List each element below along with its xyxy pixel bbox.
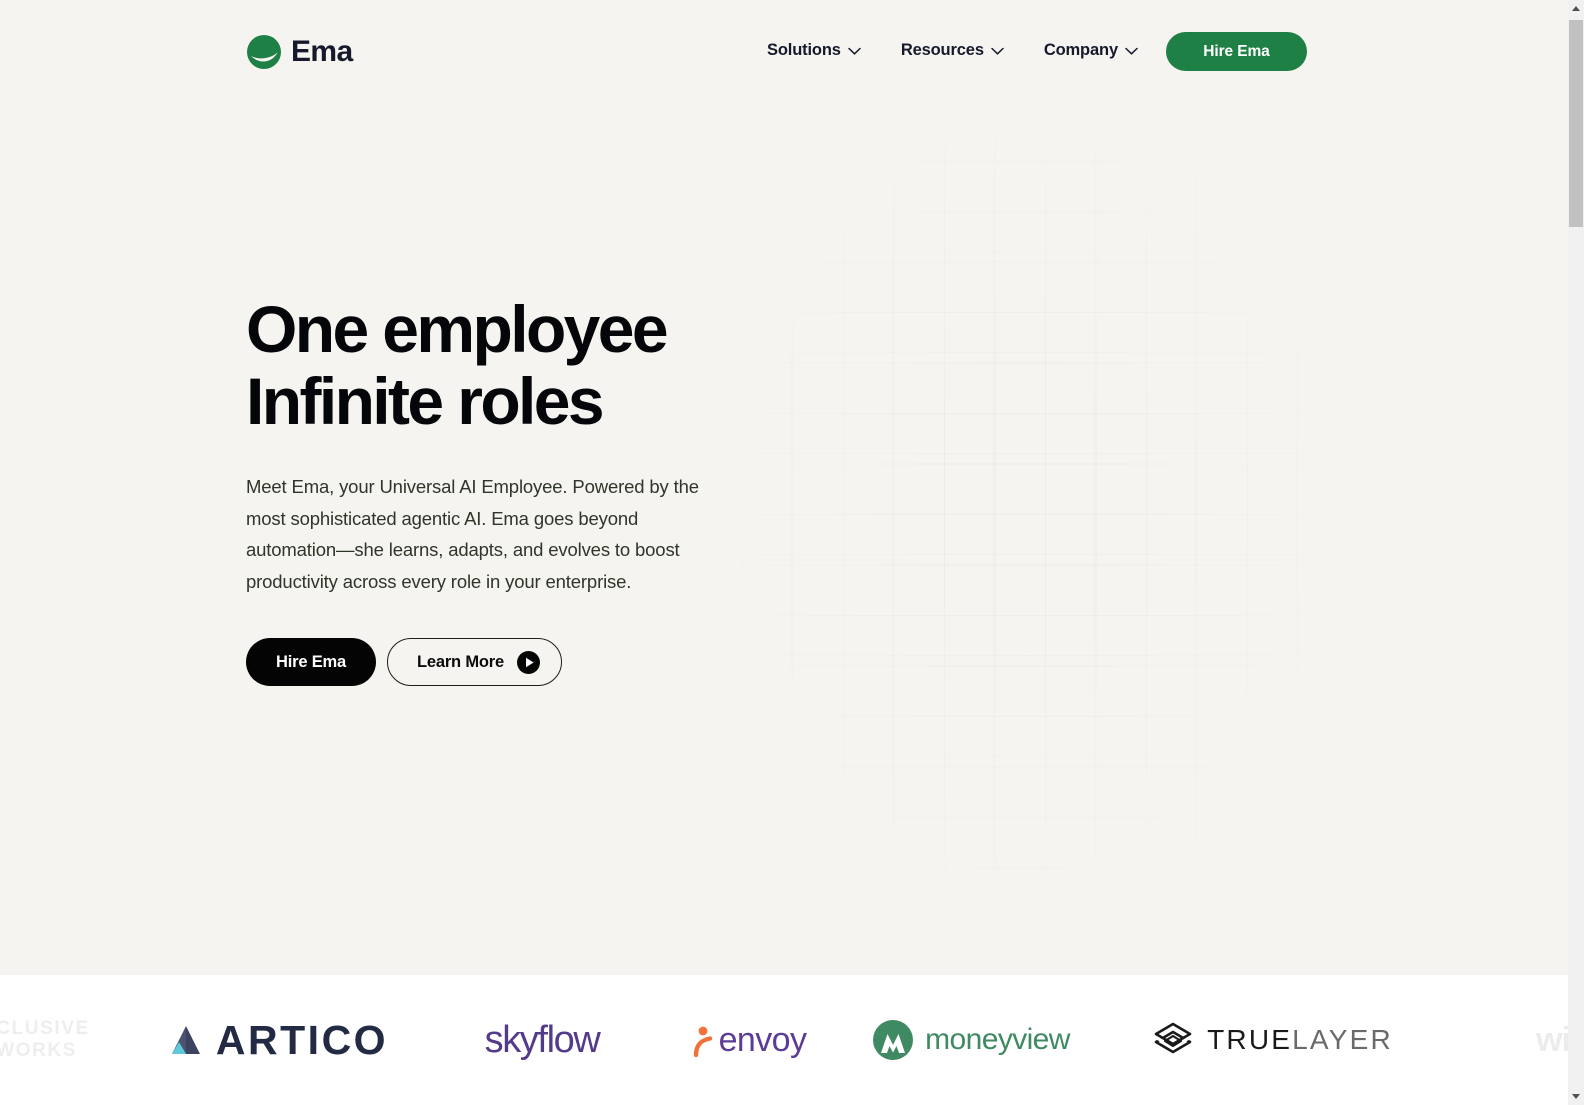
brand-name: Ema: [291, 35, 353, 68]
nav-item-label: Solutions: [767, 41, 841, 59]
site-header: Ema Solutions Resources Company Hire Ema: [0, 0, 1568, 104]
scrollbar-thumb[interactable]: [1569, 20, 1583, 227]
logo-item-xclusive-networks[interactable]: CLUSIVE WORKS: [0, 975, 128, 1105]
hero-grid-pattern: [742, 110, 1302, 930]
browser-scrollbar[interactable]: [1568, 0, 1584, 1105]
logo-item-moneyview[interactable]: moneyview: [873, 975, 1070, 1105]
page-title: One employee Infinite roles: [246, 296, 806, 434]
logo-item-artico[interactable]: ARTICO: [168, 975, 386, 1105]
logo-item-skyflow[interactable]: skyflow: [462, 975, 622, 1105]
chevron-down-icon: [1125, 48, 1138, 56]
wi-wordmark: wi: [1536, 1021, 1568, 1059]
artico-triangle-icon: [171, 1026, 200, 1054]
nav-item-resources[interactable]: Resources: [899, 36, 1006, 65]
logo-item-envoy[interactable]: envoy: [682, 975, 814, 1105]
truelayer-wordmark: TRUELAYER: [1207, 1026, 1393, 1054]
logo-item-wi-partial[interactable]: wi: [1498, 975, 1568, 1105]
moneyview-circle-m-icon: [873, 1020, 914, 1060]
hero-learn-more-button[interactable]: Learn More: [387, 638, 562, 687]
xclusive-wordmark: CLUSIVE WORKS: [0, 1018, 90, 1062]
customer-logos-band: CLUSIVE WORKS ARTICO skyflow envoy money…: [0, 975, 1568, 1105]
logos-marquee-track: CLUSIVE WORKS ARTICO skyflow envoy money…: [0, 975, 1568, 1105]
ema-leaf-circle-icon: [247, 35, 281, 69]
nav-item-solutions[interactable]: Solutions: [765, 36, 863, 65]
envoy-figure-icon: [693, 1026, 712, 1057]
hero-hire-ema-button[interactable]: Hire Ema: [246, 638, 376, 687]
xclusive-line-1: CLUSIVE: [0, 1018, 90, 1039]
nav-item-label: Resources: [900, 41, 984, 59]
truelayer-light-part: LAYER: [1292, 1024, 1393, 1055]
learn-more-label: Learn More: [417, 652, 504, 671]
envoy-wordmark: envoy: [718, 1021, 807, 1059]
headline-line-1: One employee: [246, 292, 669, 366]
scroll-up-arrow-icon[interactable]: [1568, 0, 1584, 17]
page-root: Ema Solutions Resources Company Hire Ema…: [0, 0, 1568, 1105]
hero-cta-row: Hire Ema Learn More: [246, 638, 806, 687]
nav-item-label: Company: [1043, 41, 1118, 59]
hero-content: One employee Infinite roles Meet Ema, yo…: [246, 296, 806, 687]
nav-item-company[interactable]: Company: [1042, 36, 1140, 65]
brand-logo[interactable]: Ema: [246, 34, 353, 70]
moneyview-wordmark: moneyview: [925, 1023, 1070, 1056]
skyflow-wordmark: skyflow: [484, 1019, 601, 1061]
chevron-down-icon: [848, 48, 861, 56]
header-hire-ema-button[interactable]: Hire Ema: [1166, 32, 1307, 71]
hero-section: Ema Solutions Resources Company Hire Ema…: [0, 0, 1568, 975]
logo-item-truelayer[interactable]: TRUELAYER: [1154, 975, 1391, 1105]
truelayer-dark-part: TRUE: [1207, 1024, 1293, 1055]
scroll-down-arrow-icon[interactable]: [1568, 1088, 1584, 1105]
artico-wordmark: ARTICO: [215, 1016, 389, 1063]
hero-subcopy: Meet Ema, your Universal AI Employee. Po…: [246, 476, 699, 592]
play-circle-icon: [516, 650, 540, 674]
headline-line-2: Infinite roles: [246, 364, 605, 438]
truelayer-layers-icon: [1154, 1022, 1192, 1054]
xclusive-line-2: WORKS: [0, 1040, 78, 1061]
main-nav: Solutions Resources Company: [765, 36, 1140, 65]
chevron-down-icon: [991, 48, 1004, 56]
